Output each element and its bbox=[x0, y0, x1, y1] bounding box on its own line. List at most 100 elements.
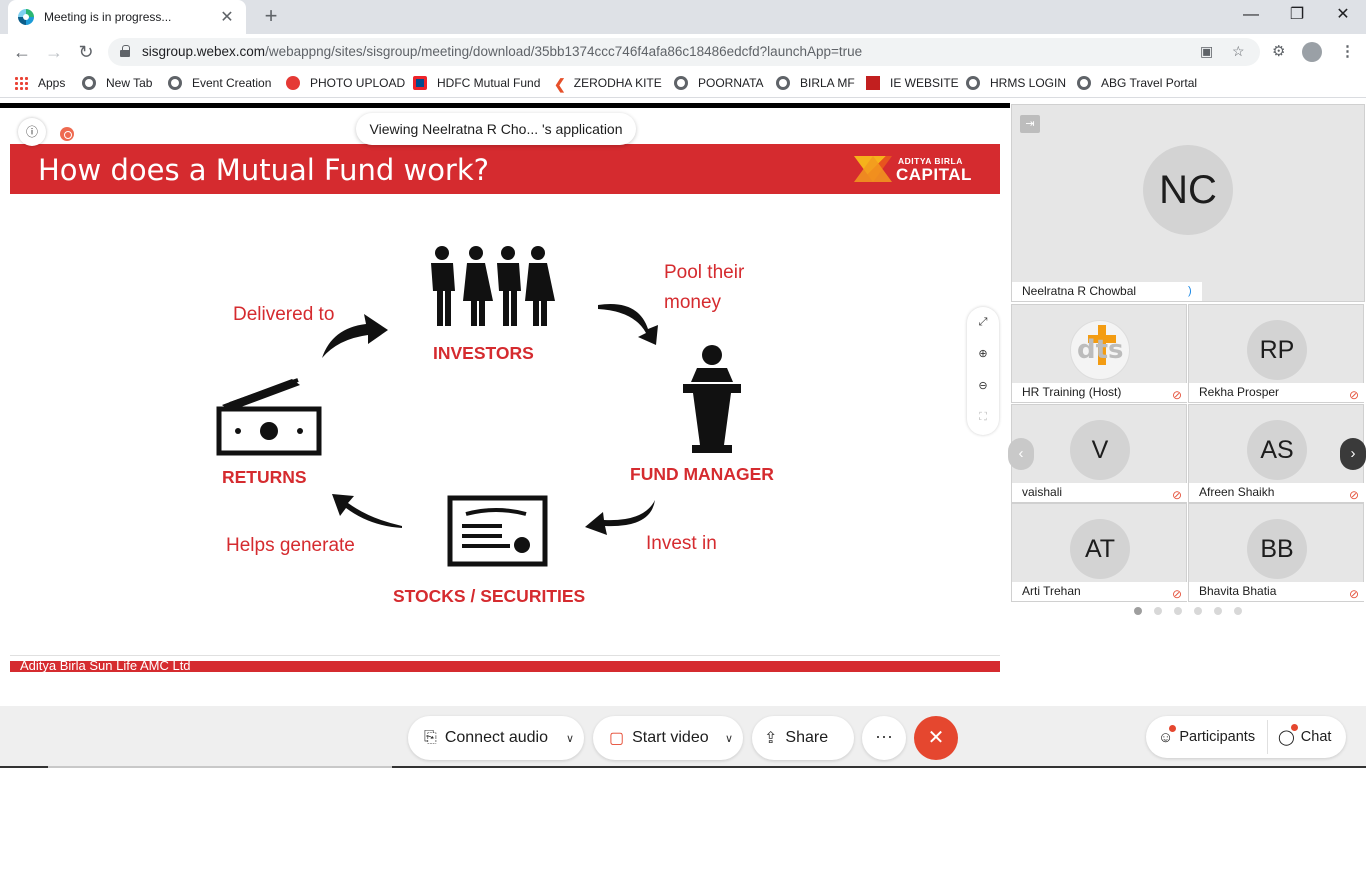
window-bottom-edge-segment bbox=[0, 766, 48, 768]
participant-name: vaishali bbox=[1022, 485, 1063, 499]
extensions-puzzle-icon[interactable]: ⚙ bbox=[1272, 42, 1285, 60]
participant-tile[interactable]: V vaishali ⊘ bbox=[1011, 404, 1188, 503]
page-dot[interactable] bbox=[1234, 607, 1242, 615]
participant-namebar: Afreen Shaikh ⊘ bbox=[1189, 483, 1365, 502]
chat-label: Chat bbox=[1300, 729, 1332, 745]
panel-toggle-group: ☺ Participants ◯ Chat bbox=[1146, 716, 1346, 758]
zoom-out-icon[interactable]: ⊖ bbox=[967, 379, 999, 392]
connect-audio-label: Connect audio bbox=[444, 729, 548, 746]
blocked-popup-icon[interactable]: ▣ bbox=[1200, 43, 1213, 60]
participant-tile[interactable]: dts HR Training (Host) ⊘ bbox=[1011, 304, 1188, 403]
page-dot[interactable] bbox=[1174, 607, 1182, 615]
share-label: Share bbox=[785, 729, 829, 746]
close-window-icon[interactable]: ✕ bbox=[1320, 4, 1366, 26]
bookmark-abg-travel-portal[interactable]: ABG Travel Portal bbox=[1077, 76, 1197, 90]
page-dot[interactable] bbox=[1194, 607, 1202, 615]
participant-name: HR Training (Host) bbox=[1022, 385, 1122, 399]
active-speaker-name: Neelratna R Chowbal bbox=[1022, 284, 1137, 298]
participant-tile[interactable]: RP Rekha Prosper ⊘ bbox=[1188, 304, 1365, 403]
label-invest-in: Invest in bbox=[646, 533, 717, 554]
active-speaker-avatar: NC bbox=[1143, 145, 1233, 235]
money-returns-icon bbox=[216, 378, 322, 456]
participant-name: Bhavita Bhatia bbox=[1199, 584, 1277, 598]
investors-people-icon bbox=[431, 246, 555, 326]
participant-namebar: Rekha Prosper ⊘ bbox=[1189, 383, 1365, 402]
label-fund-manager: FUND MANAGER bbox=[630, 464, 774, 484]
active-speaker-namebar: Neelratna R Chowbal ) bbox=[1012, 282, 1202, 301]
mutual-fund-cycle-diagram bbox=[216, 246, 741, 567]
chevron-down-icon[interactable]: ∨ bbox=[725, 732, 733, 745]
participant-name: Arti Trehan bbox=[1022, 584, 1081, 598]
participant-namebar: Bhavita Bhatia ⊘ bbox=[1189, 582, 1365, 601]
profile-avatar[interactable] bbox=[1302, 42, 1322, 62]
muted-mic-icon: ⊘ bbox=[1171, 388, 1182, 402]
meeting-info-icon[interactable]: ⓘ bbox=[18, 118, 46, 146]
muted-mic-icon: ⊘ bbox=[1171, 587, 1182, 601]
share-button[interactable]: ⇪ Share bbox=[752, 716, 854, 760]
label-returns: RETURNS bbox=[222, 467, 307, 487]
active-speaker-tile[interactable]: ⇥ NC Neelratna R Chowbal ) bbox=[1011, 104, 1365, 302]
leave-meeting-button[interactable]: ✕ bbox=[914, 716, 958, 760]
participants-button[interactable]: ☺ Participants bbox=[1158, 716, 1255, 758]
logo-letters: dts bbox=[1077, 335, 1124, 365]
page-dot[interactable] bbox=[1134, 607, 1142, 615]
participant-tile[interactable]: AT Arti Trehan ⊘ bbox=[1011, 503, 1188, 602]
participant-tile[interactable]: AS Afreen Shaikh ⊘ bbox=[1188, 404, 1365, 503]
arrow-stocks-to-returns-icon bbox=[332, 494, 402, 528]
participant-namebar: Arti Trehan ⊘ bbox=[1012, 582, 1188, 601]
chevron-down-icon[interactable]: ∨ bbox=[566, 732, 574, 745]
browser-menu-icon[interactable]: ⋮ bbox=[1340, 42, 1355, 60]
slide-footer-divider bbox=[10, 655, 1000, 656]
label-stocks-securities: STOCKS / SECURITIES bbox=[393, 586, 586, 606]
arrow-manager-to-stocks-icon bbox=[585, 500, 655, 535]
label-delivered-to: Delivered to bbox=[233, 304, 335, 325]
start-video-button[interactable]: ▢ Start video ∨ bbox=[593, 716, 743, 760]
fit-to-window-icon[interactable]: ⛶ bbox=[967, 411, 999, 424]
next-page-icon[interactable]: › bbox=[1340, 438, 1366, 470]
zoom-toolbar: ⤢ ⊕ ⊖ ⛶ bbox=[967, 307, 999, 435]
participant-name: Afreen Shaikh bbox=[1199, 485, 1275, 499]
video-off-icon: ▢ bbox=[609, 730, 625, 747]
bookmark-star-icon[interactable]: ☆ bbox=[1232, 43, 1245, 60]
toggle-divider bbox=[1267, 720, 1268, 754]
minimize-window-icon[interactable]: — bbox=[1228, 4, 1274, 26]
participants-label: Participants bbox=[1179, 729, 1256, 745]
more-options-button[interactable]: ··· bbox=[862, 716, 906, 760]
connect-audio-button[interactable]: ⎘ Connect audio ∨ bbox=[408, 716, 584, 760]
participant-namebar: vaishali ⊘ bbox=[1012, 483, 1188, 502]
muted-mic-icon: ⊘ bbox=[1348, 388, 1359, 402]
window-bottom-edge-segment bbox=[392, 766, 1366, 768]
fund-manager-podium-icon bbox=[683, 345, 741, 453]
label-pool-line1: Pool their bbox=[664, 262, 745, 283]
globe-icon bbox=[1077, 76, 1091, 90]
expand-icon[interactable]: ⤢ bbox=[967, 316, 999, 329]
participant-namebar: HR Training (Host) ⊘ bbox=[1012, 383, 1188, 402]
participant-avatar: AS bbox=[1247, 420, 1307, 480]
start-video-label: Start video bbox=[632, 729, 709, 746]
participant-tile[interactable]: BB Bhavita Bhatia ⊘ bbox=[1188, 503, 1365, 602]
speaking-indicator-icon: ) bbox=[1188, 285, 1192, 297]
stock-certificate-icon bbox=[447, 495, 548, 567]
label-pool-line2: money bbox=[664, 292, 722, 313]
page-dot[interactable] bbox=[1214, 607, 1222, 615]
hr-training-logo-avatar: dts bbox=[1070, 320, 1130, 380]
zoom-in-icon[interactable]: ⊕ bbox=[967, 347, 999, 360]
screen: Meeting is in progress... ✕ + — ❐ ✕ ← → … bbox=[0, 0, 1366, 870]
muted-mic-icon: ⊘ bbox=[1348, 587, 1359, 601]
slide-footer: Aditya Birla Sun Life AMC Ltd bbox=[10, 661, 1000, 672]
restore-window-icon[interactable]: ❐ bbox=[1274, 4, 1320, 26]
page-dot[interactable] bbox=[1154, 607, 1162, 615]
chat-button[interactable]: ◯ Chat bbox=[1278, 716, 1331, 758]
collapse-panel-icon[interactable]: ⇥ bbox=[1020, 115, 1040, 133]
notification-dot bbox=[1169, 724, 1177, 732]
recording-indicator-icon[interactable] bbox=[60, 127, 74, 141]
participant-avatar: RP bbox=[1247, 320, 1307, 380]
arrow-investors-to-manager-icon bbox=[598, 304, 658, 345]
person-icon: ☺ bbox=[1158, 724, 1177, 746]
participant-avatar: V bbox=[1070, 420, 1130, 480]
previous-page-icon[interactable]: ‹ bbox=[1008, 438, 1034, 470]
slide-footer-text: Aditya Birla Sun Life AMC Ltd bbox=[20, 661, 191, 672]
label-helps-generate: Helps generate bbox=[226, 535, 355, 556]
participant-avatar: AT bbox=[1070, 519, 1130, 579]
audio-connect-icon: ⎘ bbox=[424, 729, 437, 746]
